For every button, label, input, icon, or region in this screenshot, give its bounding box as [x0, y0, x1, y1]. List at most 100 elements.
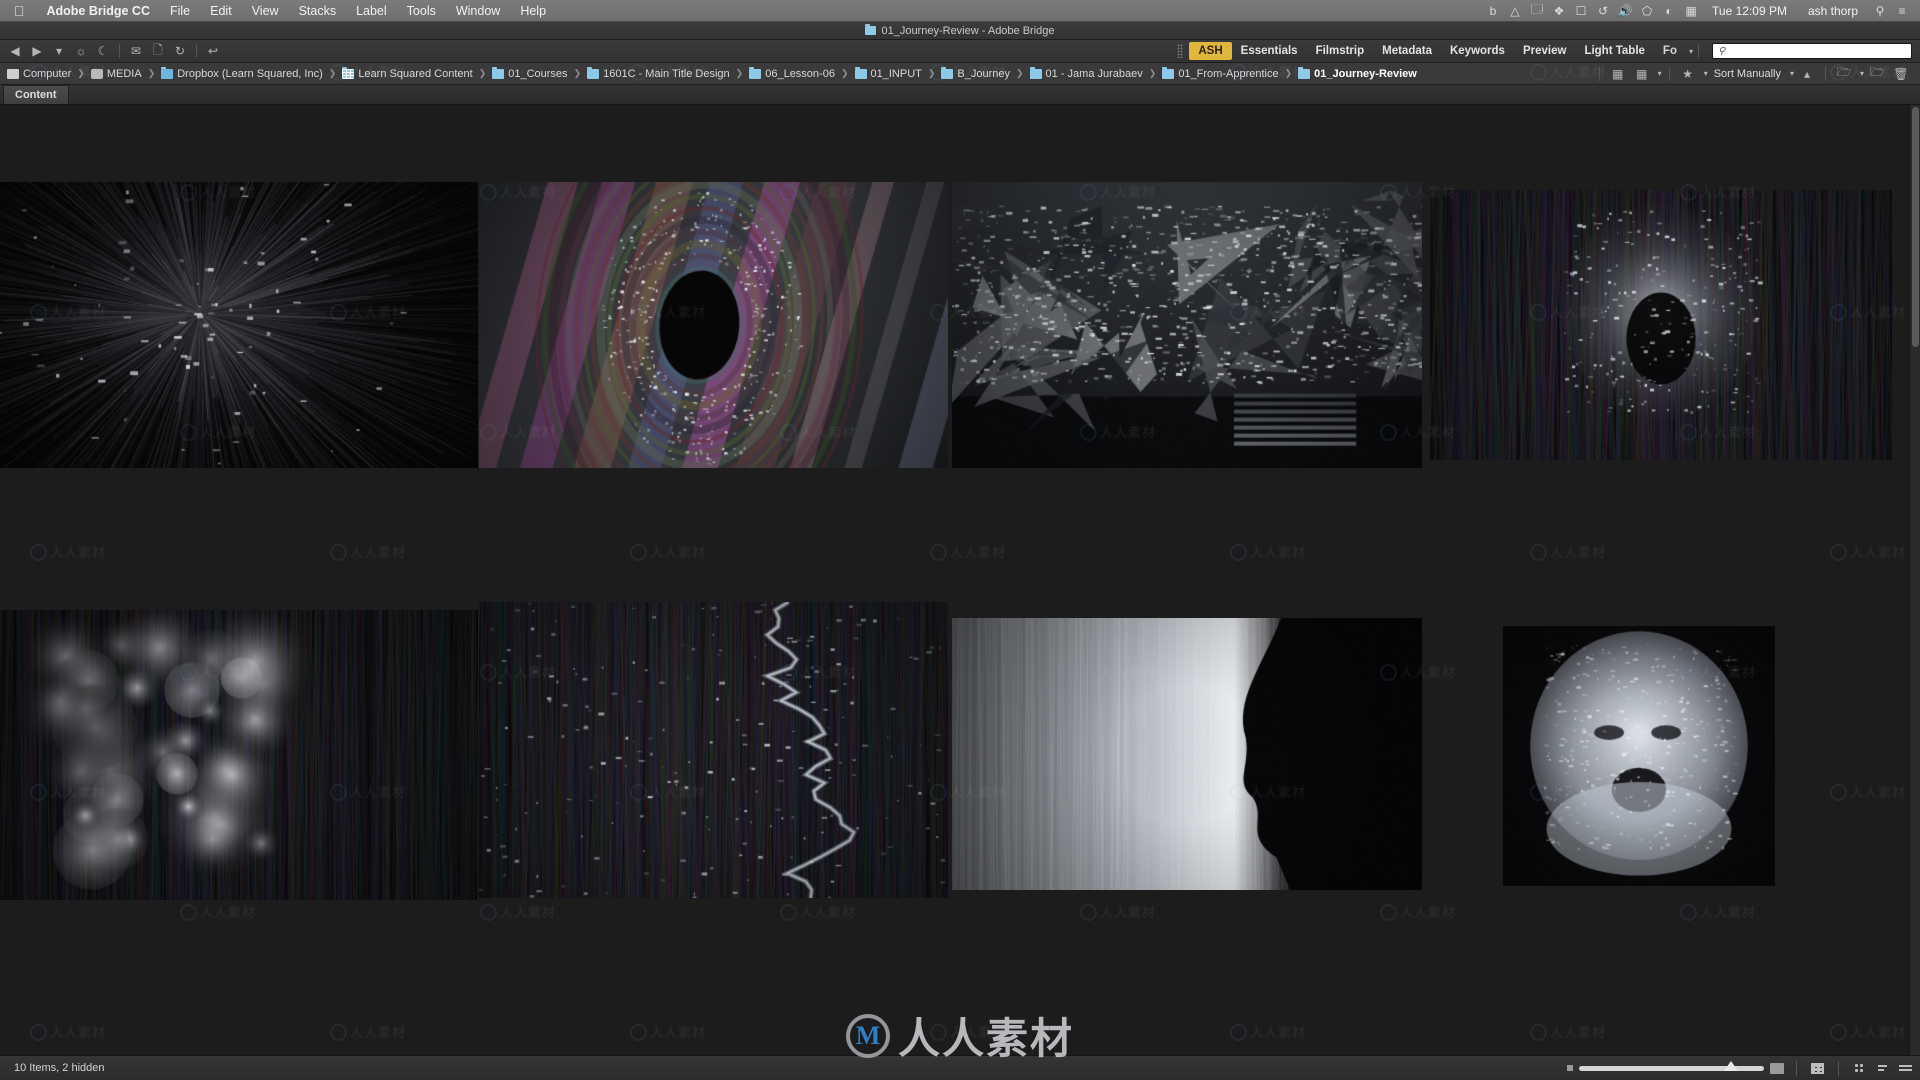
- rotate-icon[interactable]: ↻: [169, 41, 191, 61]
- timemachine-icon[interactable]: ↺: [1593, 0, 1613, 22]
- star-icon[interactable]: ★: [1677, 64, 1699, 84]
- menu-help[interactable]: Help: [510, 4, 556, 18]
- breadcrumb-item-01-courses[interactable]: 01_Courses: [489, 66, 570, 81]
- thumbnail-image: [1503, 626, 1775, 886]
- breadcrumb-item-computer[interactable]: Computer: [4, 67, 74, 81]
- breadcrumb-item-01-journey-review[interactable]: 01_Journey-Review: [1295, 66, 1420, 81]
- dropbox-folder-icon: [161, 66, 174, 79]
- chevron-down-icon[interactable]: ▾: [1790, 69, 1794, 78]
- thumbnail-image: [0, 610, 478, 900]
- filter-dropdown-icon[interactable]: ▦: [1631, 64, 1653, 84]
- workspace-metadata[interactable]: Metadata: [1373, 42, 1441, 60]
- list-view-compact-icon[interactable]: [1897, 1061, 1914, 1076]
- breadcrumb-item-jama-jurabaev[interactable]: 01 - Jama Jurabaev: [1027, 66, 1146, 81]
- search-icon[interactable]: ⚲: [1870, 0, 1890, 22]
- datetime-icon[interactable]: ▦: [1681, 0, 1701, 22]
- new-folder-icon[interactable]: 🗁: [1866, 64, 1888, 84]
- refine-icon[interactable]: ☾: [92, 41, 114, 61]
- search-input[interactable]: [1725, 45, 1906, 57]
- get-photos-camera-icon[interactable]: ☼: [70, 41, 92, 61]
- thumbnail-item[interactable]: [952, 618, 1422, 890]
- breadcrumb-item-b-journey[interactable]: B_Journey: [938, 66, 1013, 81]
- workspace-essentials[interactable]: Essentials: [1232, 42, 1307, 60]
- small-thumbnail-icon[interactable]: [1567, 1065, 1573, 1071]
- breadcrumb-item-01-input[interactable]: 01_INPUT: [852, 66, 925, 81]
- vertical-scrollbar[interactable]: [1909, 105, 1920, 1055]
- list-view-icon[interactable]: [1874, 1061, 1891, 1076]
- breadcrumb-item-learn-squared-content[interactable]: Learn Squared Content: [339, 66, 475, 81]
- thumbnail-item[interactable]: [479, 602, 948, 898]
- workspace-preview[interactable]: Preview: [1514, 42, 1575, 60]
- breadcrumb-item-1601c[interactable]: 1601C - Main Title Design: [584, 66, 733, 81]
- menu-bar-clock[interactable]: Tue 12:09 PM: [1703, 4, 1796, 18]
- zoom-slider-track[interactable]: [1579, 1060, 1764, 1071]
- apple-icon[interactable]: : [0, 4, 37, 18]
- back-arrow-icon[interactable]: ◀: [4, 41, 26, 61]
- details-view-icon[interactable]: [1851, 1061, 1868, 1076]
- dropbox-icon[interactable]: ❖: [1549, 0, 1569, 22]
- menu-bar-username[interactable]: ash thorp: [1798, 4, 1868, 18]
- google-drive-icon[interactable]: △: [1505, 0, 1525, 22]
- breadcrumb-label: Learn Squared Content: [358, 67, 473, 80]
- chevron-up-icon[interactable]: ▴: [1796, 64, 1818, 84]
- thumbnail-item[interactable]: [0, 182, 478, 468]
- divider: [1598, 66, 1600, 81]
- thumbnail-item[interactable]: [479, 182, 948, 468]
- content-grid[interactable]: [0, 105, 1920, 1055]
- undo-icon[interactable]: ↩: [202, 41, 224, 61]
- menu-label[interactable]: Label: [346, 4, 397, 18]
- volume-icon[interactable]: 🔊: [1615, 0, 1635, 22]
- workspace-keywords[interactable]: Keywords: [1441, 42, 1514, 60]
- thumbnail-zoom-slider[interactable]: [1567, 1060, 1784, 1074]
- recent-dropdown-icon[interactable]: ▾: [48, 41, 70, 61]
- breadcrumb-separator: ❯: [735, 68, 744, 78]
- status-bar-controls: [1567, 1060, 1914, 1076]
- list-icon[interactable]: ≡: [1892, 0, 1912, 22]
- workspace-filmstrip[interactable]: Filmstrip: [1307, 42, 1374, 60]
- tab-content[interactable]: Content: [3, 85, 69, 104]
- app-name-menu[interactable]: Adobe Bridge CC: [37, 4, 160, 18]
- menu-view[interactable]: View: [242, 4, 289, 18]
- scrollbar-thumb[interactable]: [1912, 107, 1919, 347]
- menu-stacks[interactable]: Stacks: [289, 4, 347, 18]
- sort-label[interactable]: Sort Manually: [1710, 68, 1785, 80]
- display-icon[interactable]: ☐: [1571, 0, 1591, 22]
- breadcrumb-item-media[interactable]: MEDIA: [88, 67, 145, 81]
- chevron-down-icon[interactable]: ▾: [1658, 69, 1662, 78]
- folder-icon: [1162, 66, 1175, 79]
- breadcrumb-label: Dropbox (Learn Squared, Inc): [177, 67, 323, 80]
- breadcrumb-item-06-lesson-06[interactable]: 06_Lesson-06: [746, 66, 838, 81]
- breadcrumb-item-dropbox[interactable]: Dropbox (Learn Squared, Inc): [158, 66, 326, 81]
- thumbnail-item[interactable]: [1503, 626, 1775, 886]
- screens-icon[interactable]: 🗔: [1527, 0, 1547, 22]
- wifi-icon[interactable]: ◐: [1659, 0, 1679, 22]
- menu-file[interactable]: File: [160, 4, 200, 18]
- forward-arrow-icon[interactable]: ▶: [26, 41, 48, 61]
- trash-icon[interactable]: 🗑: [1890, 64, 1912, 84]
- large-thumbnail-icon[interactable]: [1770, 1062, 1784, 1074]
- bluetooth-icon[interactable]: ⬠: [1637, 0, 1657, 22]
- open-folder-icon[interactable]: 🗁: [1833, 64, 1855, 84]
- breadcrumb-item-01-from-apprentice[interactable]: 01_From-Apprentice: [1159, 66, 1281, 81]
- grid-view-icon[interactable]: [1809, 1061, 1826, 1076]
- backblaze-icon[interactable]: b: [1483, 0, 1503, 22]
- chevron-down-icon[interactable]: ▾: [1704, 69, 1708, 78]
- boost-icon[interactable]: ✉: [125, 41, 147, 61]
- workspace-light-table[interactable]: Light Table: [1575, 42, 1653, 60]
- workspace-folders[interactable]: Fo: [1654, 42, 1686, 60]
- menu-edit[interactable]: Edit: [200, 4, 242, 18]
- chevron-down-icon[interactable]: ▾: [1689, 47, 1693, 56]
- thumbnail-item[interactable]: [952, 182, 1422, 468]
- workspace-grip-handle[interactable]: [1177, 44, 1184, 58]
- thumbnail-item[interactable]: [0, 610, 478, 900]
- open-recent-icon[interactable]: 🗋: [147, 41, 169, 61]
- chevron-down-icon[interactable]: ▾: [1860, 69, 1864, 78]
- thumbnail-item[interactable]: [1430, 190, 1892, 460]
- filter-icon[interactable]: ▦: [1607, 64, 1629, 84]
- zoom-slider-handle[interactable]: [1723, 1060, 1738, 1071]
- search-input-wrap[interactable]: ⚲: [1712, 43, 1912, 59]
- workspace-ash[interactable]: ASH: [1189, 42, 1232, 60]
- menu-window[interactable]: Window: [446, 4, 510, 18]
- menu-tools[interactable]: Tools: [397, 4, 446, 18]
- folder-icon: [749, 66, 762, 79]
